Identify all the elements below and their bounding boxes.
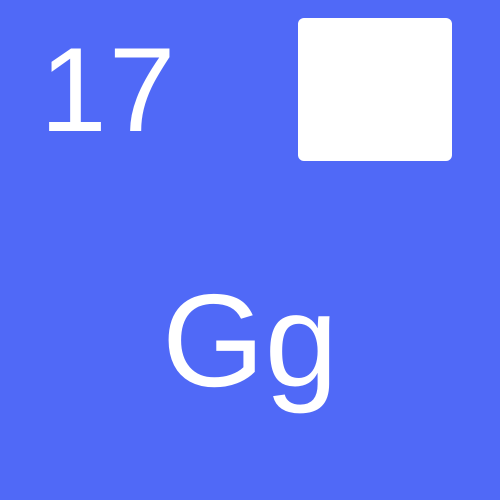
tile-letter-pair: Gg (161, 267, 339, 414)
white-square-icon (298, 18, 452, 161)
tile-number: 17 (40, 23, 178, 157)
flashcard-tile: 17 Gg (0, 0, 500, 500)
